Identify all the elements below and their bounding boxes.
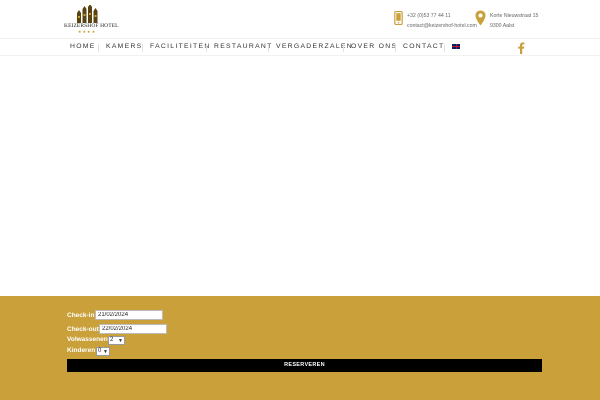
- children-select[interactable]: 0 ▼: [96, 347, 110, 356]
- adults-value: 2: [110, 337, 114, 343]
- nav-separator: [343, 44, 344, 52]
- nav-over-ons[interactable]: OVER ONS: [351, 43, 397, 50]
- nav-restaurant[interactable]: RESTAURANT: [214, 43, 273, 50]
- chevron-down-icon: ▼: [118, 338, 123, 344]
- nav-contact[interactable]: CONTACT: [403, 43, 444, 50]
- checkout-label: Check-out: [67, 326, 99, 333]
- site-header: KEIZERSHOF HOTEL ★★★★ +32 (0)53 77 44 11…: [0, 0, 600, 38]
- map-pin-icon: [475, 10, 486, 26]
- uk-flag-icon[interactable]: [452, 44, 460, 49]
- nav-separator: [142, 44, 143, 52]
- main-navigation: HOME KAMERS FACILITEITEN RESTAURANT VERG…: [0, 38, 600, 56]
- nav-faciliteiten[interactable]: FACILITEITEN: [150, 43, 211, 50]
- phone-number[interactable]: +32 (0)53 77 44 11: [407, 11, 477, 21]
- adults-select[interactable]: 2 ▼: [108, 336, 125, 345]
- adults-label: Volwassenen: [67, 336, 108, 343]
- nav-separator: [268, 44, 269, 52]
- children-label: Kinderen: [67, 347, 96, 354]
- reserve-button[interactable]: RESERVEREN: [67, 359, 542, 372]
- hotel-stars: ★★★★: [77, 29, 97, 34]
- facebook-icon[interactable]: [516, 42, 526, 54]
- address-street: Korte Nieuwstraat 15: [490, 13, 539, 19]
- email-address[interactable]: contact@keizershof-hotel.com: [407, 21, 477, 31]
- nav-kamers[interactable]: KAMERS: [106, 43, 143, 50]
- nav-separator: [206, 44, 207, 52]
- children-value: 0: [98, 348, 102, 354]
- checkin-date-input[interactable]: [95, 310, 163, 320]
- nav-separator: [98, 44, 99, 52]
- nav-vergaderzalen[interactable]: VERGADERZALEN: [276, 43, 353, 50]
- chevron-down-icon: ▼: [103, 349, 108, 355]
- address-city: 9300 Aalst: [490, 23, 515, 29]
- nav-separator: [444, 44, 445, 52]
- nav-home[interactable]: HOME: [70, 43, 96, 50]
- mobile-phone-icon: [394, 11, 403, 25]
- nav-separator: [395, 44, 396, 52]
- address-info: Korte Nieuwstraat 15 9300 Aalst: [490, 11, 538, 31]
- checkin-label: Check-in: [67, 312, 95, 319]
- contact-info: +32 (0)53 77 44 11 contact@keizershof-ho…: [407, 11, 477, 31]
- checkout-date-input[interactable]: [99, 324, 167, 334]
